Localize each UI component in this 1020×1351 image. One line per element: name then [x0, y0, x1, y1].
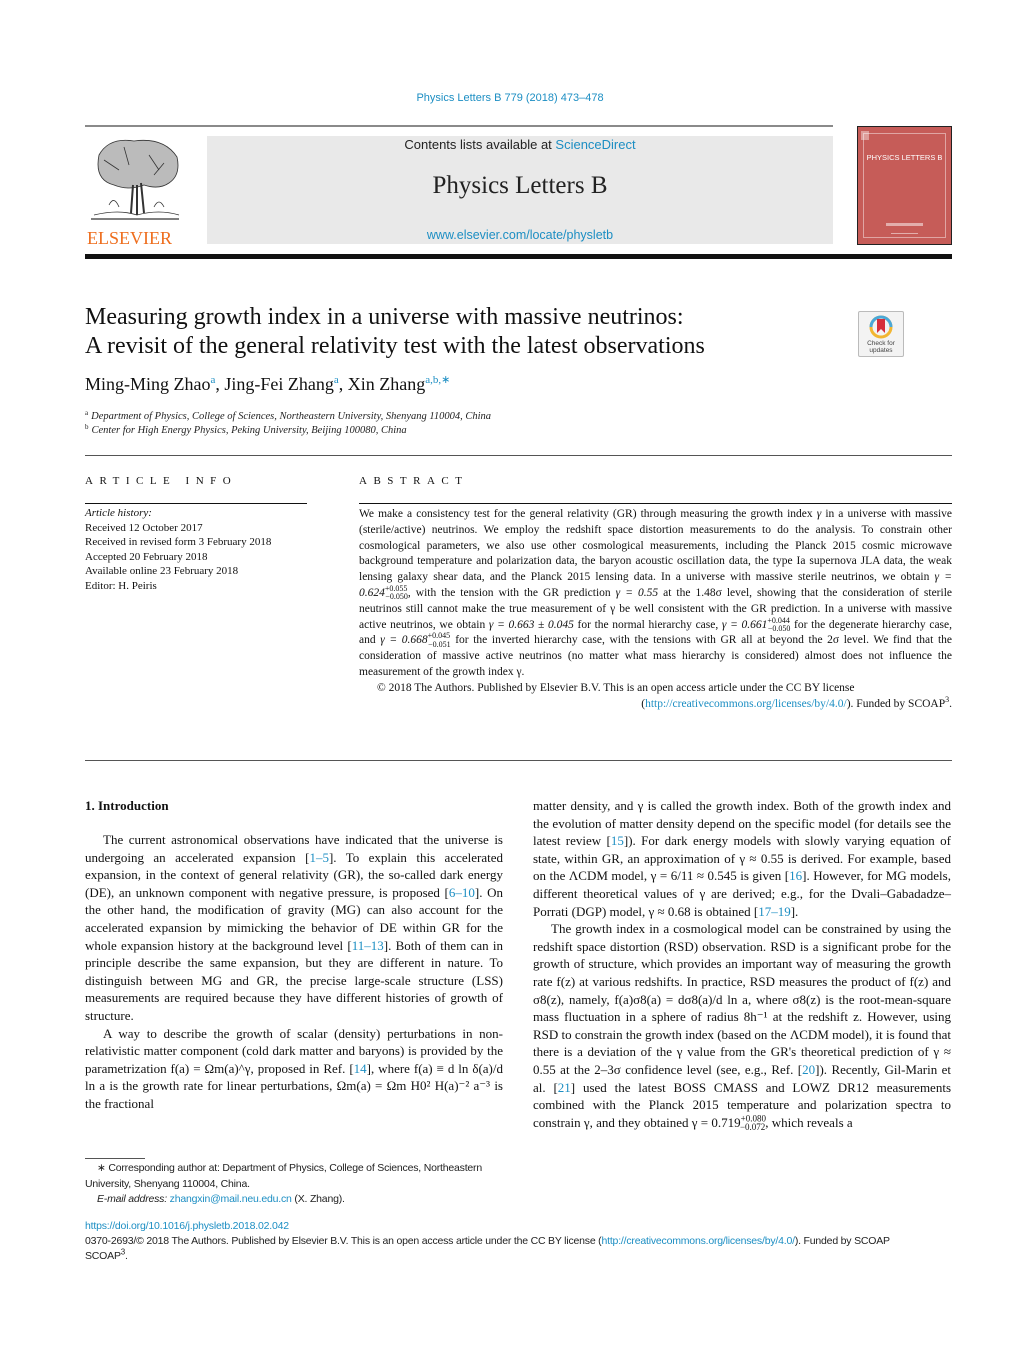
crossmark-label: Check for updates	[867, 340, 895, 354]
journal-citation[interactable]: Physics Letters B 779 (2018) 473–478	[0, 92, 1020, 104]
header-rule	[85, 125, 833, 127]
article-history: Article history: Received 12 October 201…	[85, 506, 315, 593]
email-link[interactable]: zhangxin@mail.neu.edu.cn	[170, 1193, 292, 1205]
header-thick-rule	[85, 254, 952, 259]
author-affil-mark[interactable]: a,b,∗	[425, 374, 450, 386]
footnote-rule	[85, 1158, 145, 1159]
paragraph: matter density, and γ is called the grow…	[533, 798, 952, 919]
abstract-copyright: © 2018 The Authors. Published by Elsevie…	[377, 681, 855, 694]
citation-link[interactable]: 17–19	[758, 904, 791, 919]
author-affil-mark[interactable]: a	[334, 374, 339, 386]
citation-link[interactable]: 1–5	[309, 850, 329, 865]
article-meta-footer: https://doi.org/10.1016/j.physletb.2018.…	[85, 1220, 890, 1262]
author-name[interactable]: Jing-Fei Zhang	[224, 374, 334, 394]
cover-title: PHYSICS LETTERS B	[866, 153, 943, 162]
paragraph: The current astronomical observations ha…	[85, 832, 504, 1023]
elsevier-wordmark: ELSEVIER	[87, 228, 172, 248]
section-divider	[85, 455, 952, 456]
author-name[interactable]: Ming-Ming Zhao	[85, 374, 211, 394]
footnote-star: ∗	[97, 1162, 106, 1174]
citation-link[interactable]: 6–10	[449, 885, 475, 900]
history-label: Article history:	[85, 507, 152, 519]
author-affil-mark[interactable]: a	[211, 374, 216, 386]
citation-link[interactable]: 20	[802, 1062, 815, 1077]
paragraph: A way to describe the growth of scalar (…	[85, 1025, 503, 1111]
affiliation: a Department of Physics, College of Scien…	[85, 409, 492, 423]
body-column-left: The current astronomical observations ha…	[85, 831, 503, 1113]
license-link[interactable]: http://creativecommons.org/licenses/by/4…	[645, 698, 847, 710]
abstract-bottom-rule	[85, 760, 952, 761]
check-for-updates-button[interactable]: Check for updates	[858, 311, 904, 357]
history-item: Received in revised form 3 February 2018	[85, 536, 272, 548]
journal-header: Contents lists available at ScienceDirec…	[207, 136, 833, 244]
doi-link[interactable]: https://doi.org/10.1016/j.physletb.2018.…	[85, 1220, 289, 1232]
citation-link[interactable]: 15	[611, 833, 624, 848]
crossmark-icon	[869, 315, 893, 339]
history-item: Accepted 20 February 2018	[85, 550, 208, 563]
journal-url-link[interactable]: www.elsevier.com/locate/physletb	[207, 228, 833, 242]
citation-link[interactable]: 14	[354, 1061, 367, 1076]
body-column-right: matter density, and γ is called the grow…	[533, 797, 952, 1133]
article-info-rule	[85, 503, 307, 504]
article-title: Measuring growth index in a universe wit…	[85, 304, 705, 359]
footnote: ∗ Corresponding author at: Department of…	[85, 1162, 482, 1205]
elsevier-logo: ELSEVIER	[85, 135, 203, 248]
citation-link[interactable]: 11–13	[352, 938, 384, 953]
license-link[interactable]: http://creativecommons.org/licenses/by/4…	[601, 1235, 795, 1247]
journal-title: Physics Letters B	[432, 172, 608, 199]
sciencedirect-link[interactable]: ScienceDirect	[555, 137, 635, 152]
history-item: Received 12 October 2017	[85, 521, 203, 534]
paragraph: The growth index in a cosmological model…	[533, 921, 951, 1133]
author-list: Ming-Ming Zhaoa, Jing-Fei Zhanga, Xin Zh…	[85, 374, 451, 394]
cover-footer-line	[890, 233, 919, 234]
history-item: Available online 23 February 2018	[85, 565, 239, 577]
article-info-heading: ARTICLE INFO	[85, 475, 238, 487]
citation-link[interactable]: 21	[558, 1080, 571, 1095]
abstract-rule	[359, 503, 952, 504]
abstract-body: We make a consistency test for the gener…	[359, 508, 953, 710]
journal-cover-image[interactable]: PHYSICS LETTERS B	[857, 126, 952, 245]
contents-line: Contents lists available at ScienceDirec…	[404, 137, 636, 152]
editor: Editor: H. Peiris	[85, 579, 157, 592]
abstract-heading: ABSTRACT	[359, 475, 469, 487]
cover-logo-mark	[861, 131, 869, 140]
cover-footer-text	[885, 223, 924, 226]
elsevier-tree-icon	[91, 139, 180, 220]
section-heading: 1. Introduction	[85, 798, 169, 813]
affiliation: b Center for High Energy Physics, Peking …	[85, 423, 407, 437]
author-name[interactable]: Xin Zhang	[348, 374, 425, 394]
citation-link[interactable]: 16	[789, 868, 802, 883]
